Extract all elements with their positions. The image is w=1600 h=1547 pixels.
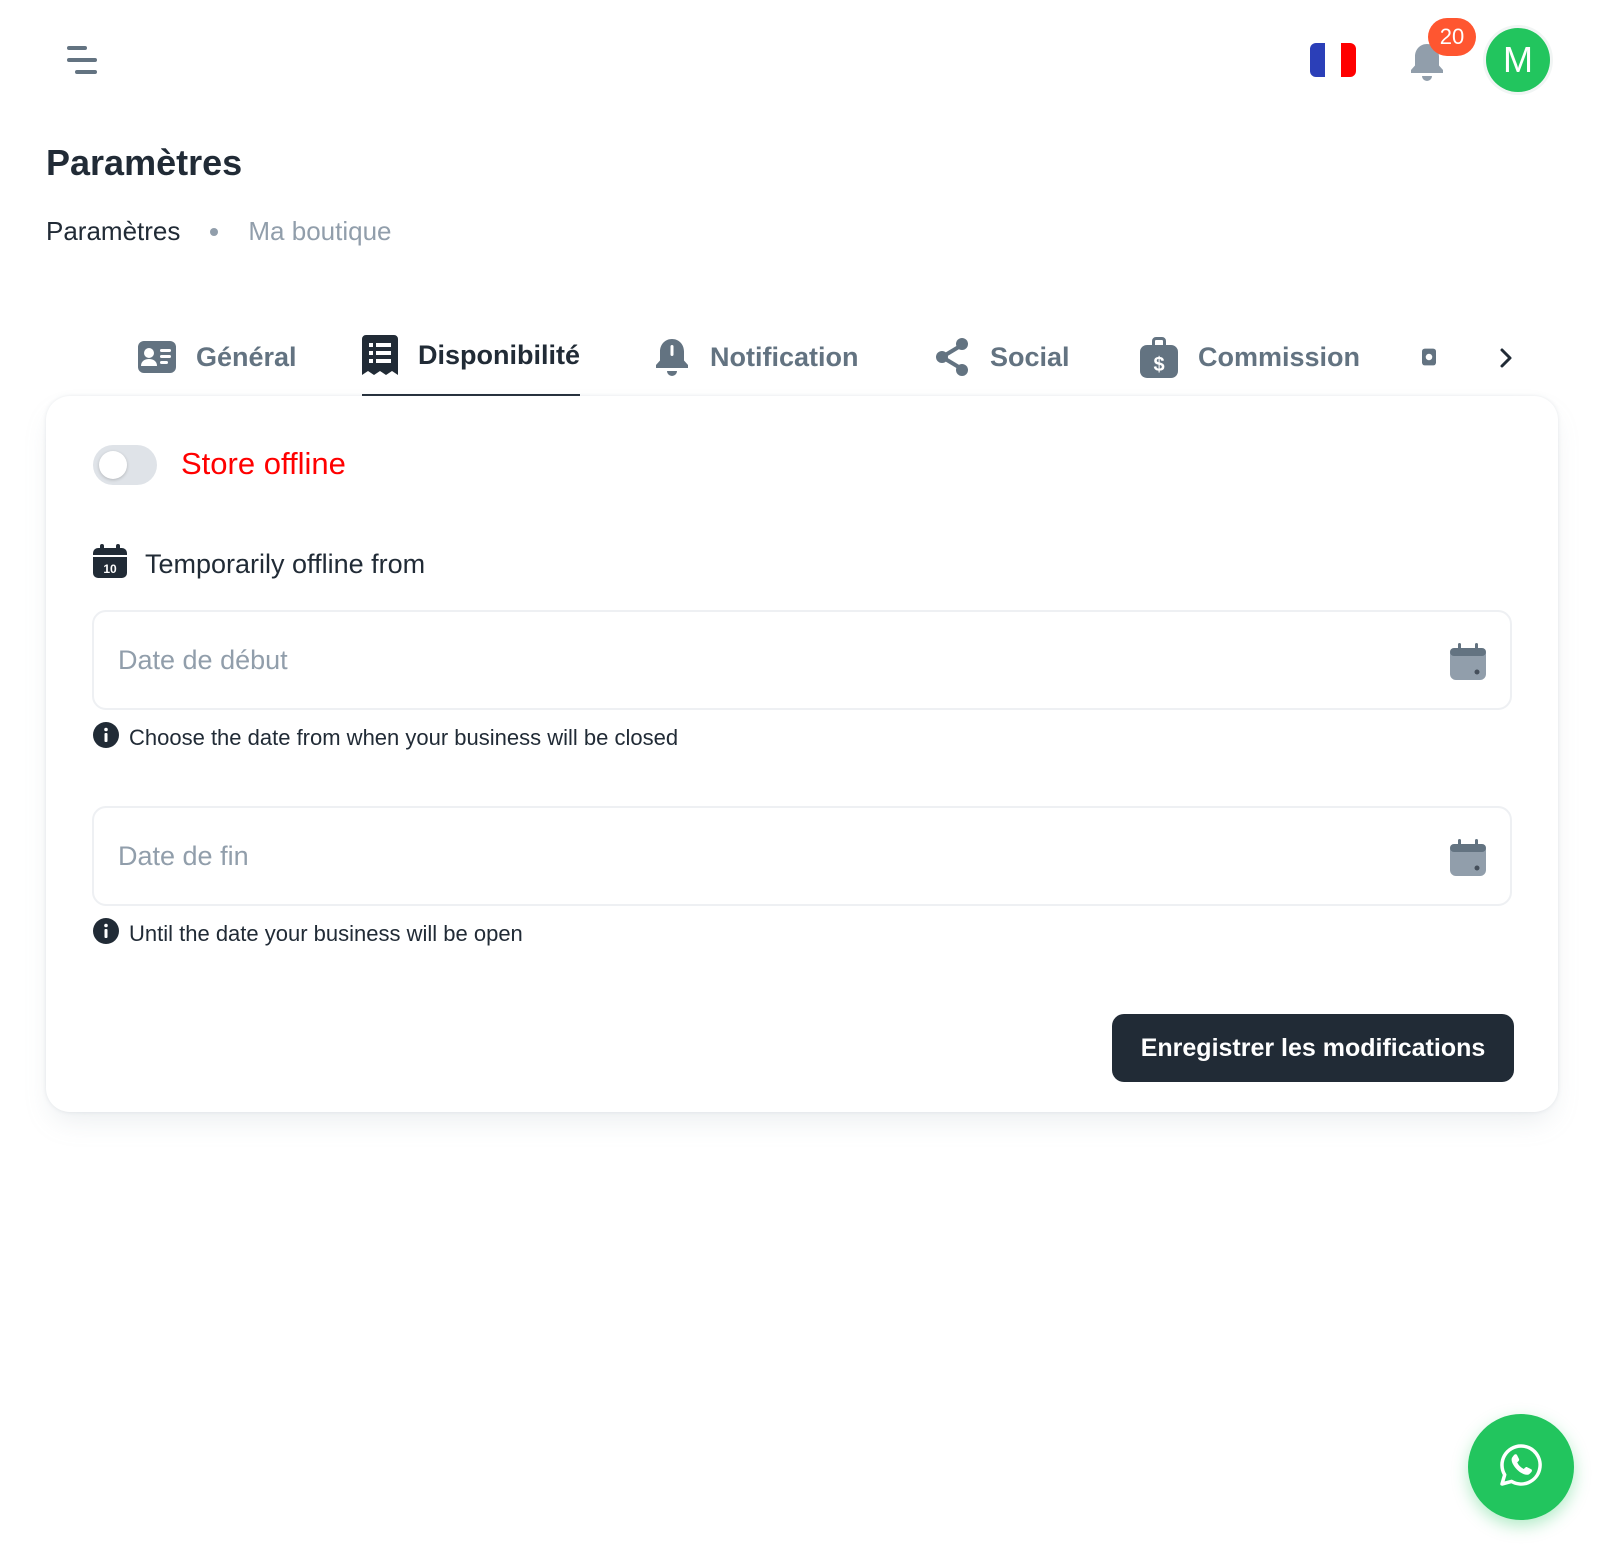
tab-label: Général (196, 341, 297, 372)
settings-tabs: Général Disponibilité Notification Socia… (130, 316, 1530, 398)
bell-icon (654, 337, 690, 377)
end-date-field[interactable] (92, 806, 1512, 906)
toggle-knob (99, 451, 127, 479)
calendar-icon[interactable] (1448, 838, 1488, 883)
svg-text:$: $ (1153, 354, 1164, 376)
notification-count-badge: 20 (1428, 18, 1476, 56)
breadcrumb-ma-boutique: Ma boutique (248, 216, 392, 246)
start-date-helper-text: Choose the date from when your business … (129, 725, 679, 750)
tab-social[interactable]: Social (934, 316, 1070, 398)
list-receipt-icon (362, 335, 398, 375)
store-offline-toggle[interactable] (93, 445, 157, 485)
chevron-right-icon[interactable] (1490, 342, 1522, 374)
end-date-helper-text: Until the date your business will be ope… (129, 921, 523, 946)
store-offline-label: Store offline (181, 446, 346, 481)
start-date-helper: Choose the date from when your business … (93, 722, 678, 754)
top-bar: 20 M (0, 0, 1600, 120)
share-icon (934, 337, 970, 377)
breadcrumb: Paramètres Ma boutique (46, 216, 392, 247)
tab-label: Disponibilité (418, 339, 580, 370)
breadcrumb-parametres[interactable]: Paramètres (46, 216, 180, 247)
tab-label: Social (990, 341, 1070, 372)
tab-general[interactable]: Général (138, 316, 297, 398)
tab-partial[interactable] (1422, 316, 1436, 398)
svg-text:10: 10 (103, 562, 117, 576)
info-icon (93, 918, 119, 950)
availability-card: Store offline 10 Temporarily offline fro… (46, 396, 1558, 1112)
end-date-input[interactable] (118, 808, 1418, 904)
whatsapp-icon (1498, 1442, 1544, 1493)
save-changes-button[interactable]: Enregistrer les modifications (1112, 1014, 1514, 1082)
id-card-icon (138, 341, 176, 373)
flag-fr-icon[interactable] (1310, 43, 1356, 77)
calendar-icon[interactable] (1448, 642, 1488, 687)
offline-section-header: 10 Temporarily offline from (93, 544, 425, 585)
tab-notification[interactable]: Notification (654, 316, 859, 398)
whatsapp-button[interactable] (1468, 1414, 1574, 1520)
avatar[interactable]: M (1486, 28, 1550, 92)
calendar-10-icon: 10 (93, 544, 127, 585)
page-title: Paramètres (46, 142, 243, 183)
tab-commission[interactable]: $ Commission (1140, 316, 1360, 398)
menu-icon[interactable] (58, 38, 106, 86)
end-date-helper: Until the date your business will be ope… (93, 918, 523, 950)
tab-disponibilite[interactable]: Disponibilité (362, 316, 580, 398)
breadcrumb-separator (210, 227, 219, 236)
start-date-input[interactable] (118, 612, 1418, 708)
tab-label: Notification (710, 341, 859, 372)
money-bag-icon: $ (1140, 336, 1178, 378)
start-date-field[interactable] (92, 610, 1512, 710)
offline-section-title: Temporarily offline from (145, 549, 426, 579)
info-icon (93, 722, 119, 754)
tab-label: Commission (1198, 341, 1361, 372)
